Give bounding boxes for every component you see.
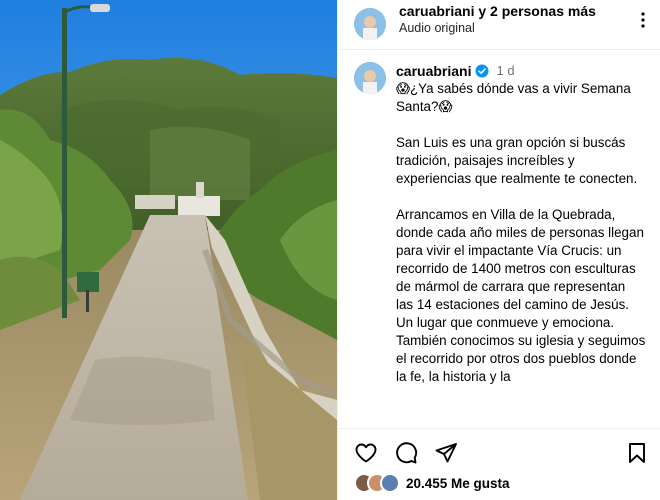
heart-icon[interactable] [354,441,378,465]
post-detail-pane: caruabriani y 2 personas más Audio origi… [337,0,660,500]
liker-avatars [354,473,400,493]
caption-paragraph: San Luis es una gran opción si buscás tr… [396,135,638,186]
post-header: caruabriani y 2 personas más Audio origi… [338,0,660,50]
author-username[interactable]: caruabriani [399,3,474,19]
post-time[interactable]: 1 d [496,63,514,79]
action-bar [338,428,660,472]
post-photo[interactable] [0,0,337,500]
caption-header: caruabriani 1 d [396,63,515,79]
audio-label[interactable]: Audio original [399,21,475,35]
more-horizontal-icon[interactable] [631,8,655,32]
caption-paragraph: 😱¿Ya sabés dónde vas a vivir Semana Sant… [396,81,635,114]
caption-paragraph: También conocimos su iglesia y seguimos … [396,333,646,384]
caption-username[interactable]: caruabriani [396,63,471,79]
verified-badge-icon [475,64,489,78]
bookmark-icon[interactable] [625,441,649,465]
likes-row[interactable]: 20.455 Me gusta [354,472,510,494]
coauthors-text[interactable]: y 2 personas más [478,3,596,19]
avatar-image [354,8,386,40]
send-icon[interactable] [434,441,458,465]
avatar[interactable] [354,8,386,40]
avatar [380,473,400,493]
avatar-image [354,62,386,94]
likes-count[interactable]: 20.455 Me gusta [406,476,510,491]
landscape-image [0,0,337,500]
post-authors[interactable]: caruabriani y 2 personas más [399,3,596,20]
caption-avatar[interactable] [354,62,386,94]
caption-paragraph: Arrancamos en Villa de la Quebrada, dond… [396,207,644,330]
post-caption: 😱¿Ya sabés dónde vas a vivir Semana Sant… [396,80,646,423]
comment-icon[interactable] [394,441,418,465]
